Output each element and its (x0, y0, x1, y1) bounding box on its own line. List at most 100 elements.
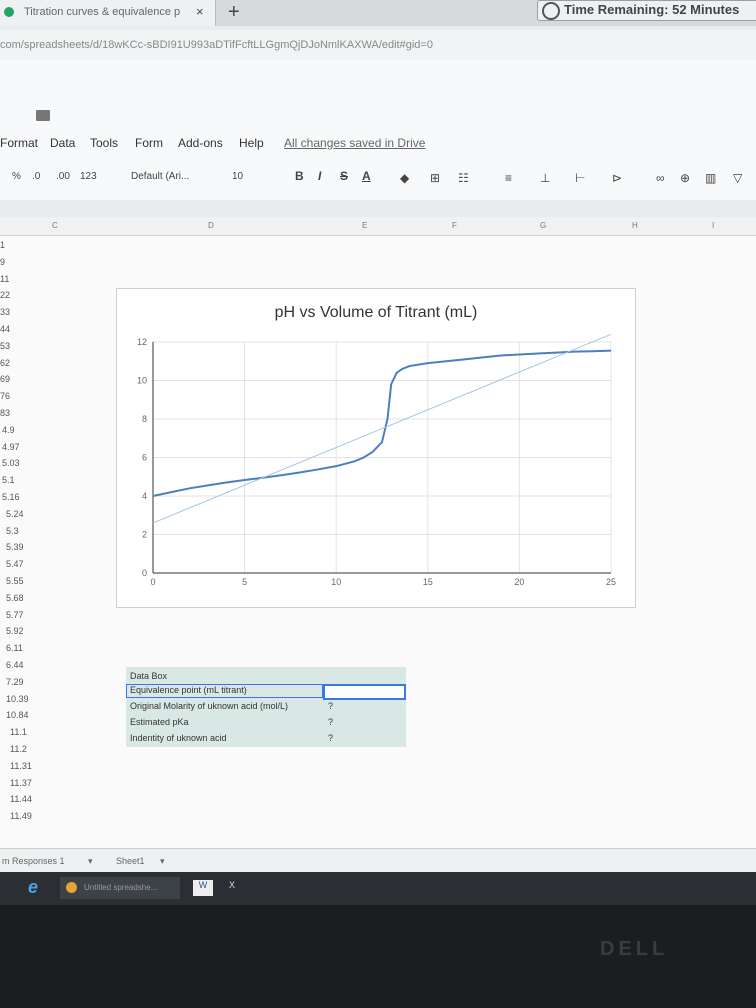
tab-close-icon[interactable]: × (196, 4, 204, 19)
sheets-header: Format Data Tools Form Add-ons Help All … (0, 60, 756, 200)
cell-value[interactable]: 5.39 (6, 542, 24, 552)
save-status-link[interactable]: All changes saved in Drive (284, 136, 425, 150)
merge-cells-icon[interactable]: ☷ (458, 171, 469, 185)
column-header-i[interactable]: I (712, 221, 714, 230)
cell-value[interactable]: 5.47 (6, 559, 24, 569)
cell-value[interactable]: 5.68 (6, 593, 24, 603)
vertical-align-icon[interactable]: ⊥ (540, 171, 550, 185)
comment-icon[interactable]: ⊕ (680, 171, 690, 185)
column-header-e[interactable]: E (362, 221, 367, 230)
column-header-d[interactable]: D (208, 221, 214, 230)
text-color-button[interactable]: A (362, 169, 371, 183)
folder-icon[interactable] (36, 110, 50, 121)
column-header-c[interactable]: C (52, 221, 58, 230)
menu-form[interactable]: Form (135, 136, 163, 150)
text-rotate-icon[interactable]: ⊳ (612, 171, 622, 185)
sheet-tab-sheet1[interactable]: Sheet1 (116, 856, 145, 866)
cell-value[interactable]: 7.29 (6, 677, 24, 687)
number-format-dropdown[interactable]: 123 (80, 171, 97, 182)
column-header-h[interactable]: H (632, 221, 638, 230)
font-family-dropdown[interactable]: Default (Ari... (131, 171, 189, 182)
column-header-g[interactable]: G (540, 221, 546, 230)
cell-value[interactable]: 4.9 (2, 425, 15, 435)
cell-value[interactable]: 5.16 (2, 492, 20, 502)
menu-tools[interactable]: Tools (90, 136, 118, 150)
filter-icon[interactable]: ▽ (733, 171, 742, 185)
bold-button[interactable]: B (295, 169, 304, 183)
cell-value[interactable]: 22 (0, 290, 10, 300)
databox-value-pka[interactable]: ? (328, 717, 333, 727)
cell-value[interactable]: 9 (0, 257, 5, 267)
borders-icon[interactable]: ⊞ (430, 171, 440, 185)
equivalence-point-input[interactable] (323, 684, 406, 700)
cell-value[interactable]: 4.97 (2, 442, 20, 452)
menu-addons[interactable]: Add-ons (178, 136, 223, 150)
data-box: Data Box Equivalence point (mL titrant) … (126, 667, 406, 747)
cell-value[interactable]: 44 (0, 324, 10, 334)
sheet-tab-sheet1-dropdown[interactable]: ▾ (160, 856, 165, 867)
text-wrap-icon[interactable]: ⊢ (575, 171, 585, 185)
excel-icon[interactable]: X (229, 880, 249, 896)
decrease-decimal-button[interactable]: .0 (32, 171, 40, 182)
font-size-dropdown[interactable]: 10 (232, 171, 243, 182)
percent-format-button[interactable]: % (12, 171, 21, 182)
cell-value[interactable]: 1 (0, 240, 5, 250)
fill-color-icon[interactable]: ◆ (400, 171, 409, 185)
sheet-tab-responses[interactable]: m Responses 1 (2, 856, 65, 866)
cell-value[interactable]: 6.11 (6, 643, 23, 653)
cell-value[interactable]: 76 (0, 391, 10, 401)
sheet-tab-responses-dropdown[interactable]: ▾ (88, 856, 93, 867)
address-bar[interactable]: com/spreadsheets/d/18wKCc-sBDI91U993aDTi… (0, 30, 756, 60)
browser-tab[interactable]: Titration curves & equivalence p × (0, 0, 216, 26)
word-icon[interactable]: W (193, 880, 213, 896)
cell-value[interactable]: 10.84 (6, 710, 29, 720)
url-text[interactable]: com/spreadsheets/d/18wKCc-sBDI91U993aDTi… (0, 39, 433, 51)
cell-value[interactable]: 62 (0, 358, 10, 368)
x-tick-label: 20 (514, 577, 524, 587)
column-headers: C D E F G H I (0, 217, 756, 236)
new-tab-button[interactable]: + (228, 1, 240, 24)
italic-button[interactable]: I (318, 169, 321, 183)
menu-format[interactable]: Format (0, 136, 38, 150)
cell-value[interactable]: 11.37 (10, 778, 32, 788)
strikethrough-button[interactable]: S (340, 169, 348, 183)
cell-value[interactable]: 5.3 (6, 526, 19, 536)
cell-value[interactable]: 10.39 (6, 694, 29, 704)
internet-explorer-icon[interactable]: e (28, 877, 38, 898)
y-tick-label: 4 (142, 491, 147, 501)
time-remaining-text: Time Remaining: 52 Minutes (564, 2, 740, 17)
cell-value[interactable]: 11.44 (10, 794, 32, 804)
ph-chart[interactable]: pH vs Volume of Titrant (mL) 0 2 4 6 8 10 12 0 5… (116, 288, 636, 608)
increase-decimal-button[interactable]: .00 (56, 171, 70, 182)
chart-plot: 0 2 4 6 8 10 12 0 5 10 15 20 25 (137, 333, 616, 587)
cell-value[interactable]: 5.24 (6, 509, 24, 519)
align-icon[interactable]: ≡ (505, 171, 512, 185)
cell-value[interactable]: 5.1 (2, 475, 15, 485)
cell-value[interactable]: 53 (0, 341, 10, 351)
cell-value[interactable]: 11.49 (10, 811, 32, 821)
taskbar: e Untitled spreadshe... W X (0, 872, 756, 905)
cell-value[interactable]: 11 (0, 274, 9, 284)
column-header-f[interactable]: F (452, 221, 457, 230)
cell-value[interactable]: 69 (0, 374, 10, 384)
cell-value[interactable]: 33 (0, 307, 10, 317)
cell-value[interactable]: 5.92 (6, 626, 24, 636)
y-tick-label: 12 (137, 337, 147, 347)
cell-value[interactable]: 11.31 (10, 761, 32, 771)
cell-value[interactable]: 5.77 (6, 610, 24, 620)
x-tick-label: 25 (606, 577, 616, 587)
cell-value[interactable]: 6.44 (6, 660, 24, 670)
chart-icon[interactable]: ▥ (705, 171, 716, 185)
databox-value-identity[interactable]: ? (328, 733, 333, 743)
menu-data[interactable]: Data (50, 136, 75, 150)
cell-value[interactable]: 83 (0, 408, 10, 418)
menu-help[interactable]: Help (239, 136, 264, 150)
taskbar-chrome-window[interactable]: Untitled spreadshe... (60, 877, 180, 899)
link-icon[interactable]: ∞ (656, 171, 665, 185)
titration-curve-line (152, 349, 612, 497)
cell-value[interactable]: 5.03 (2, 458, 20, 468)
cell-value[interactable]: 11.2 (10, 744, 27, 754)
cell-value[interactable]: 5.55 (6, 576, 24, 586)
databox-value-molarity[interactable]: ? (328, 701, 333, 711)
cell-value[interactable]: 11.1 (10, 727, 27, 737)
